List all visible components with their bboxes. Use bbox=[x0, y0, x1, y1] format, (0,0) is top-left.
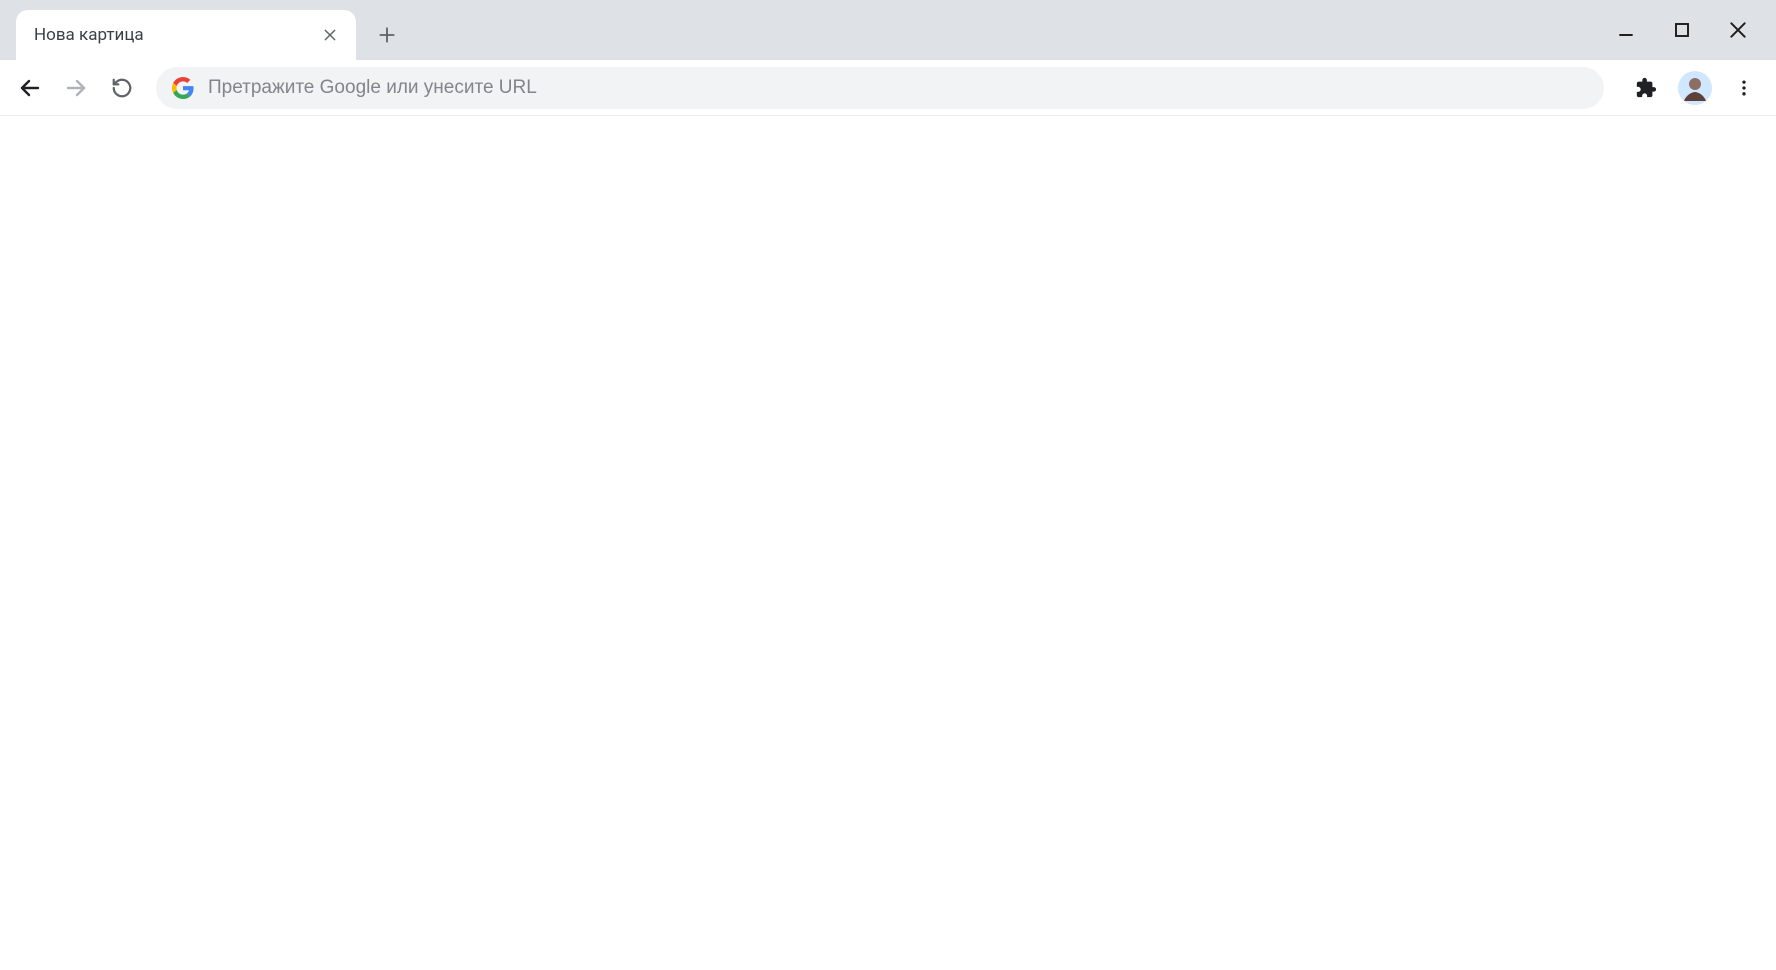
page-content bbox=[0, 116, 1776, 970]
close-tab-icon[interactable] bbox=[318, 23, 342, 47]
google-g-icon bbox=[172, 77, 194, 99]
browser-tab[interactable]: Нова картица bbox=[16, 10, 356, 60]
address-bar[interactable] bbox=[156, 67, 1604, 109]
tab-title: Нова картица bbox=[34, 25, 318, 45]
kebab-menu-icon[interactable] bbox=[1726, 70, 1762, 106]
toolbar bbox=[0, 60, 1776, 116]
omnibox-input[interactable] bbox=[208, 77, 1588, 99]
toolbar-right bbox=[1618, 70, 1766, 106]
new-tab-button[interactable] bbox=[368, 16, 406, 54]
window-controls bbox=[1612, 0, 1776, 60]
tab-strip: Нова картица bbox=[0, 0, 1776, 60]
profile-avatar[interactable] bbox=[1678, 71, 1712, 105]
browser-window: Нова картица bbox=[0, 0, 1776, 970]
back-button[interactable] bbox=[10, 68, 50, 108]
reload-button[interactable] bbox=[102, 68, 142, 108]
minimize-icon[interactable] bbox=[1612, 16, 1640, 44]
close-window-icon[interactable] bbox=[1724, 16, 1752, 44]
forward-button[interactable] bbox=[56, 68, 96, 108]
extensions-icon[interactable] bbox=[1628, 70, 1664, 106]
maximize-icon[interactable] bbox=[1668, 16, 1696, 44]
